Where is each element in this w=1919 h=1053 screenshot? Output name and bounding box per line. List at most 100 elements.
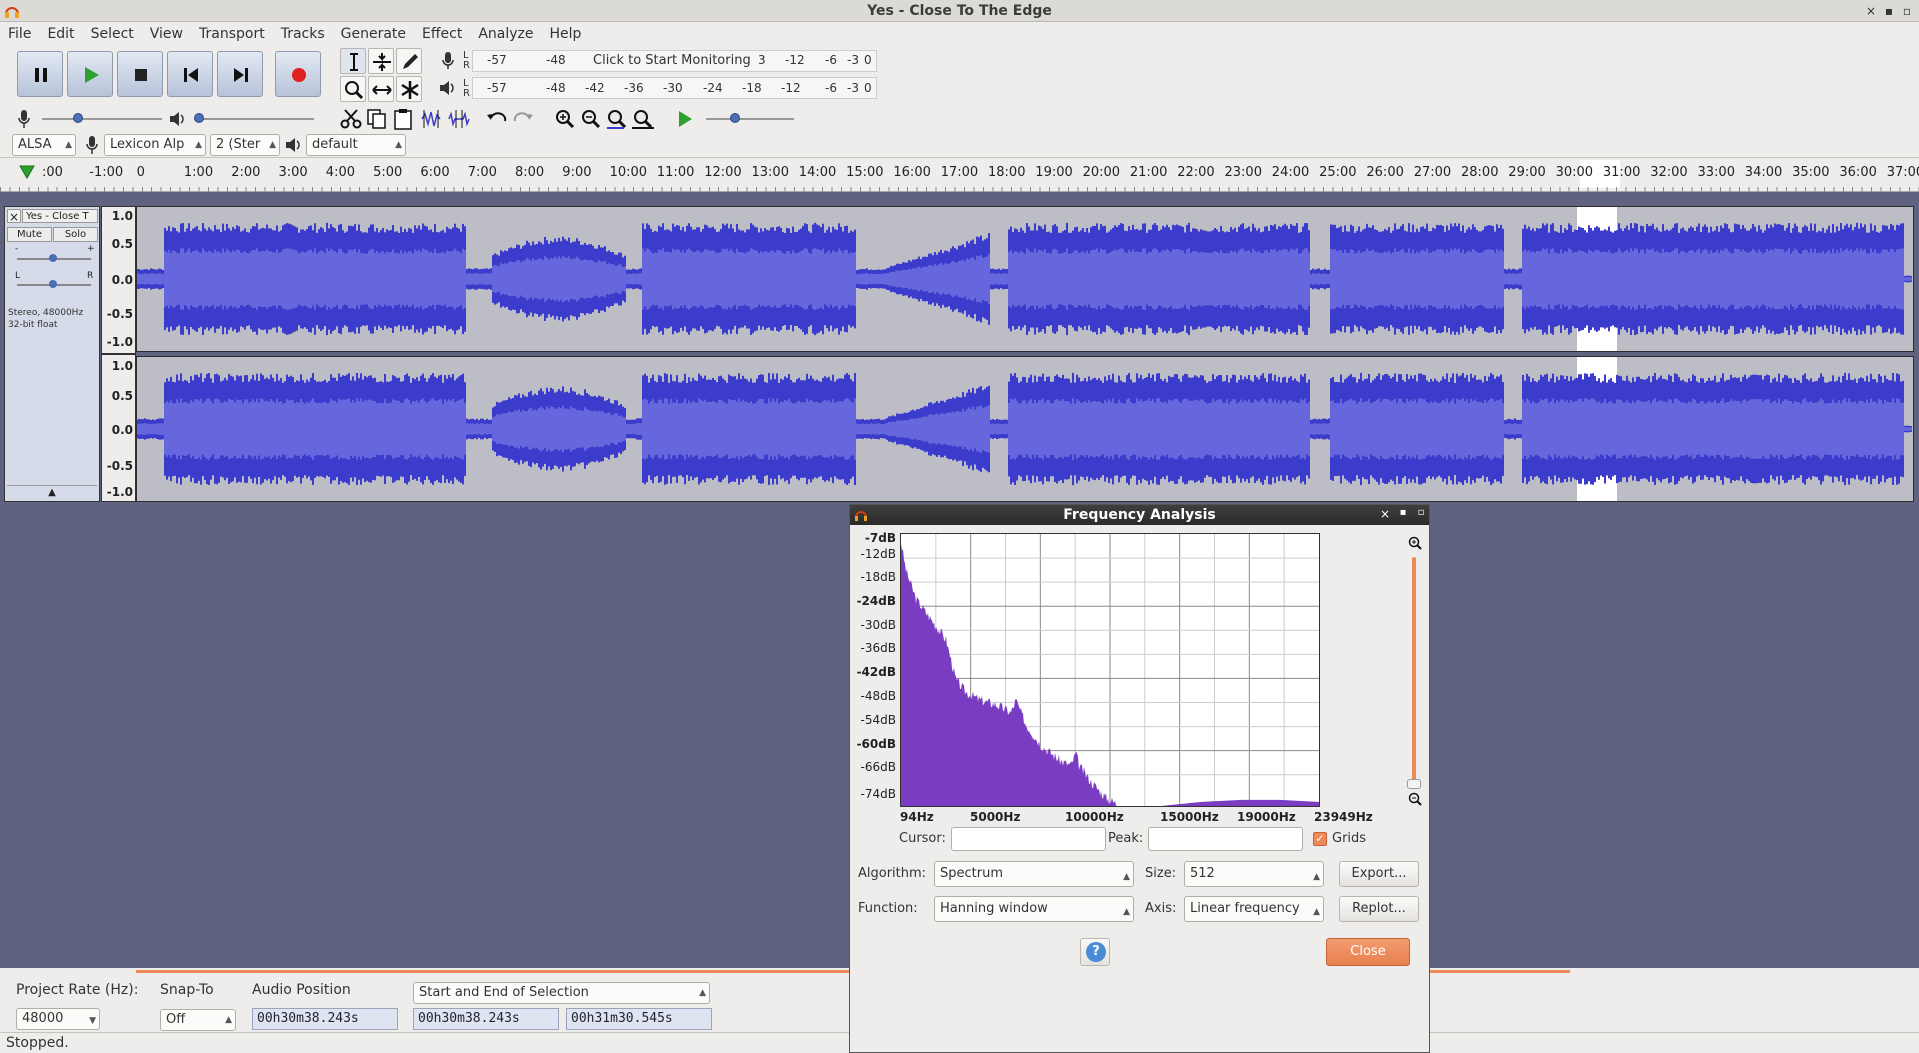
input-volume-thumb[interactable]	[73, 113, 83, 123]
mute-button[interactable]: Mute	[7, 227, 52, 242]
zoom-out-button[interactable]	[578, 106, 604, 132]
pin-playhead-icon[interactable]	[18, 164, 36, 180]
scale-label: -1.0	[106, 485, 133, 499]
play-at-speed-button[interactable]	[672, 106, 698, 132]
multi-tool[interactable]	[396, 76, 422, 102]
input-device-select[interactable]: Lexicon Alp ▲	[104, 134, 206, 156]
redo-icon	[513, 112, 533, 122]
maximize-window-button[interactable]: ▪	[1880, 2, 1898, 20]
grids-checkbox[interactable]: ✓	[1313, 832, 1327, 846]
collapse-track-icon[interactable]: ▲	[7, 485, 97, 499]
dialog-minimize-icon[interactable]: ▫	[1414, 507, 1428, 518]
menu-file[interactable]: File	[0, 22, 39, 46]
playback-meter-speaker-icon[interactable]	[438, 78, 456, 98]
zoom-in-button[interactable]	[552, 106, 578, 132]
play-speed-thumb[interactable]	[730, 113, 740, 123]
algorithm-select[interactable]: Spectrum ▲	[934, 861, 1134, 887]
vertical-zoom-slider[interactable]	[1407, 557, 1421, 789]
ruler-tick-label: 19:00	[1035, 165, 1073, 180]
db-label: -60dB	[856, 737, 896, 751]
peak-field[interactable]	[1148, 827, 1303, 851]
time-shift-tool[interactable]	[368, 76, 394, 102]
selection-tool[interactable]	[340, 48, 366, 74]
minimize-window-button[interactable]: ▫	[1898, 2, 1916, 20]
solo-button[interactable]: Solo	[53, 227, 98, 242]
menu-select[interactable]: Select	[83, 22, 142, 46]
function-select[interactable]: Hanning window ▲	[934, 896, 1134, 922]
input-volume-slider[interactable]	[42, 113, 162, 123]
pan-thumb[interactable]	[49, 280, 57, 288]
silence-button[interactable]	[446, 106, 472, 132]
selection-start-time[interactable]: 00h30m38.243s	[413, 1008, 559, 1030]
replot-button[interactable]: Replot...	[1339, 896, 1419, 922]
menu-transport[interactable]: Transport	[191, 22, 273, 46]
fit-project-button[interactable]	[630, 106, 656, 132]
zoom-out-icon[interactable]	[1407, 791, 1423, 807]
output-volume-slider[interactable]	[194, 113, 314, 123]
menu-effect[interactable]: Effect	[414, 22, 470, 46]
paste-button[interactable]	[390, 106, 416, 132]
selection-mode-select[interactable]: Start and End of Selection ▲	[413, 982, 710, 1004]
dialog-close-icon[interactable]: ×	[1378, 507, 1392, 521]
waveform-right-channel[interactable]	[136, 356, 1914, 502]
cut-button[interactable]	[338, 106, 364, 132]
copy-button[interactable]	[364, 106, 390, 132]
skip-to-start-button[interactable]	[167, 51, 213, 97]
pan-slider[interactable]	[17, 280, 91, 288]
size-select[interactable]: 512 ▲	[1184, 861, 1324, 887]
help-button[interactable]: ?	[1080, 938, 1110, 966]
waveform-left-channel[interactable]	[136, 206, 1914, 352]
menu-view[interactable]: View	[142, 22, 191, 46]
scale-label: -0.5	[106, 307, 133, 321]
track-control-panel[interactable]: × Yes - Close T Mute Solo - + L R Stereo…	[4, 206, 100, 502]
selection-end-time[interactable]: 00h31m30.545s	[566, 1008, 712, 1030]
audio-position-time[interactable]: 00h30m38.243s	[252, 1008, 398, 1030]
dialog-title-bar[interactable]: Frequency Analysis	[850, 505, 1429, 525]
track-name-menu[interactable]: Yes - Close T	[22, 209, 98, 223]
project-rate-select[interactable]: 48000 ▼	[16, 1008, 100, 1030]
envelope-tool[interactable]	[368, 48, 394, 74]
spectrum-plot[interactable]	[900, 533, 1320, 807]
menu-edit[interactable]: Edit	[39, 22, 82, 46]
cursor-field[interactable]	[951, 827, 1106, 851]
menu-help[interactable]: Help	[542, 22, 590, 46]
stop-button[interactable]	[117, 51, 163, 97]
axis-select[interactable]: Linear frequency ▲	[1184, 896, 1324, 922]
vertical-zoom-thumb[interactable]	[1407, 779, 1421, 789]
export-button[interactable]: Export...	[1339, 861, 1419, 887]
pause-button[interactable]	[17, 51, 63, 97]
draw-tool[interactable]	[396, 48, 422, 74]
menu-generate[interactable]: Generate	[333, 22, 414, 46]
snap-to-select[interactable]: Off ▲	[160, 1009, 236, 1031]
channels-select[interactable]: 2 (Ster ▲	[210, 134, 280, 156]
gain-slider[interactable]	[17, 254, 91, 262]
output-volume-thumb[interactable]	[194, 113, 204, 123]
undo-button[interactable]	[484, 106, 510, 132]
combo-arrow-icon: ▲	[395, 140, 402, 150]
output-device-select[interactable]: default ▲	[306, 134, 406, 156]
playback-meter[interactable]: -57 -48 -42 -36 -30 -24 -18 -12 -6 -3 0	[472, 77, 877, 99]
host-select[interactable]: ALSA ▲	[12, 134, 76, 156]
play-button[interactable]	[67, 51, 113, 97]
trim-button[interactable]	[418, 106, 444, 132]
click-to-start-monitoring[interactable]: Click to Start Monitoring	[593, 53, 751, 68]
fit-selection-button[interactable]	[604, 106, 630, 132]
record-button[interactable]	[275, 51, 321, 97]
redo-button[interactable]	[510, 106, 536, 132]
timeline-ruler[interactable]: :00 -1:00 0 1:00 2:00 3:00 4:00 5:00 6:00 7:00 8:0…	[0, 158, 1919, 192]
close-button[interactable]: Close	[1326, 938, 1410, 966]
menu-analyze[interactable]: Analyze	[470, 22, 541, 46]
close-track-icon[interactable]: ×	[7, 209, 21, 224]
zoom-in-icon[interactable]	[1407, 535, 1423, 551]
play-speed-slider[interactable]	[706, 113, 794, 123]
dialog-maximize-icon[interactable]: ▪	[1396, 507, 1410, 518]
skip-to-end-button[interactable]	[217, 51, 263, 97]
close-window-button[interactable]: ×	[1862, 2, 1880, 20]
amplitude-scale[interactable]: 1.0 0.5 0.0 -0.5 -1.0 1.0 0.5 0.0 -0.5 -…	[101, 206, 136, 502]
scale-label: 1.0	[111, 209, 133, 223]
gain-thumb[interactable]	[49, 254, 57, 262]
record-meter[interactable]: -57 -48 Click to Start Monitoring 3 -12 …	[472, 50, 877, 72]
zoom-tool[interactable]	[340, 76, 366, 102]
menu-tracks[interactable]: Tracks	[273, 22, 333, 46]
record-meter-mic-icon[interactable]	[440, 51, 456, 71]
